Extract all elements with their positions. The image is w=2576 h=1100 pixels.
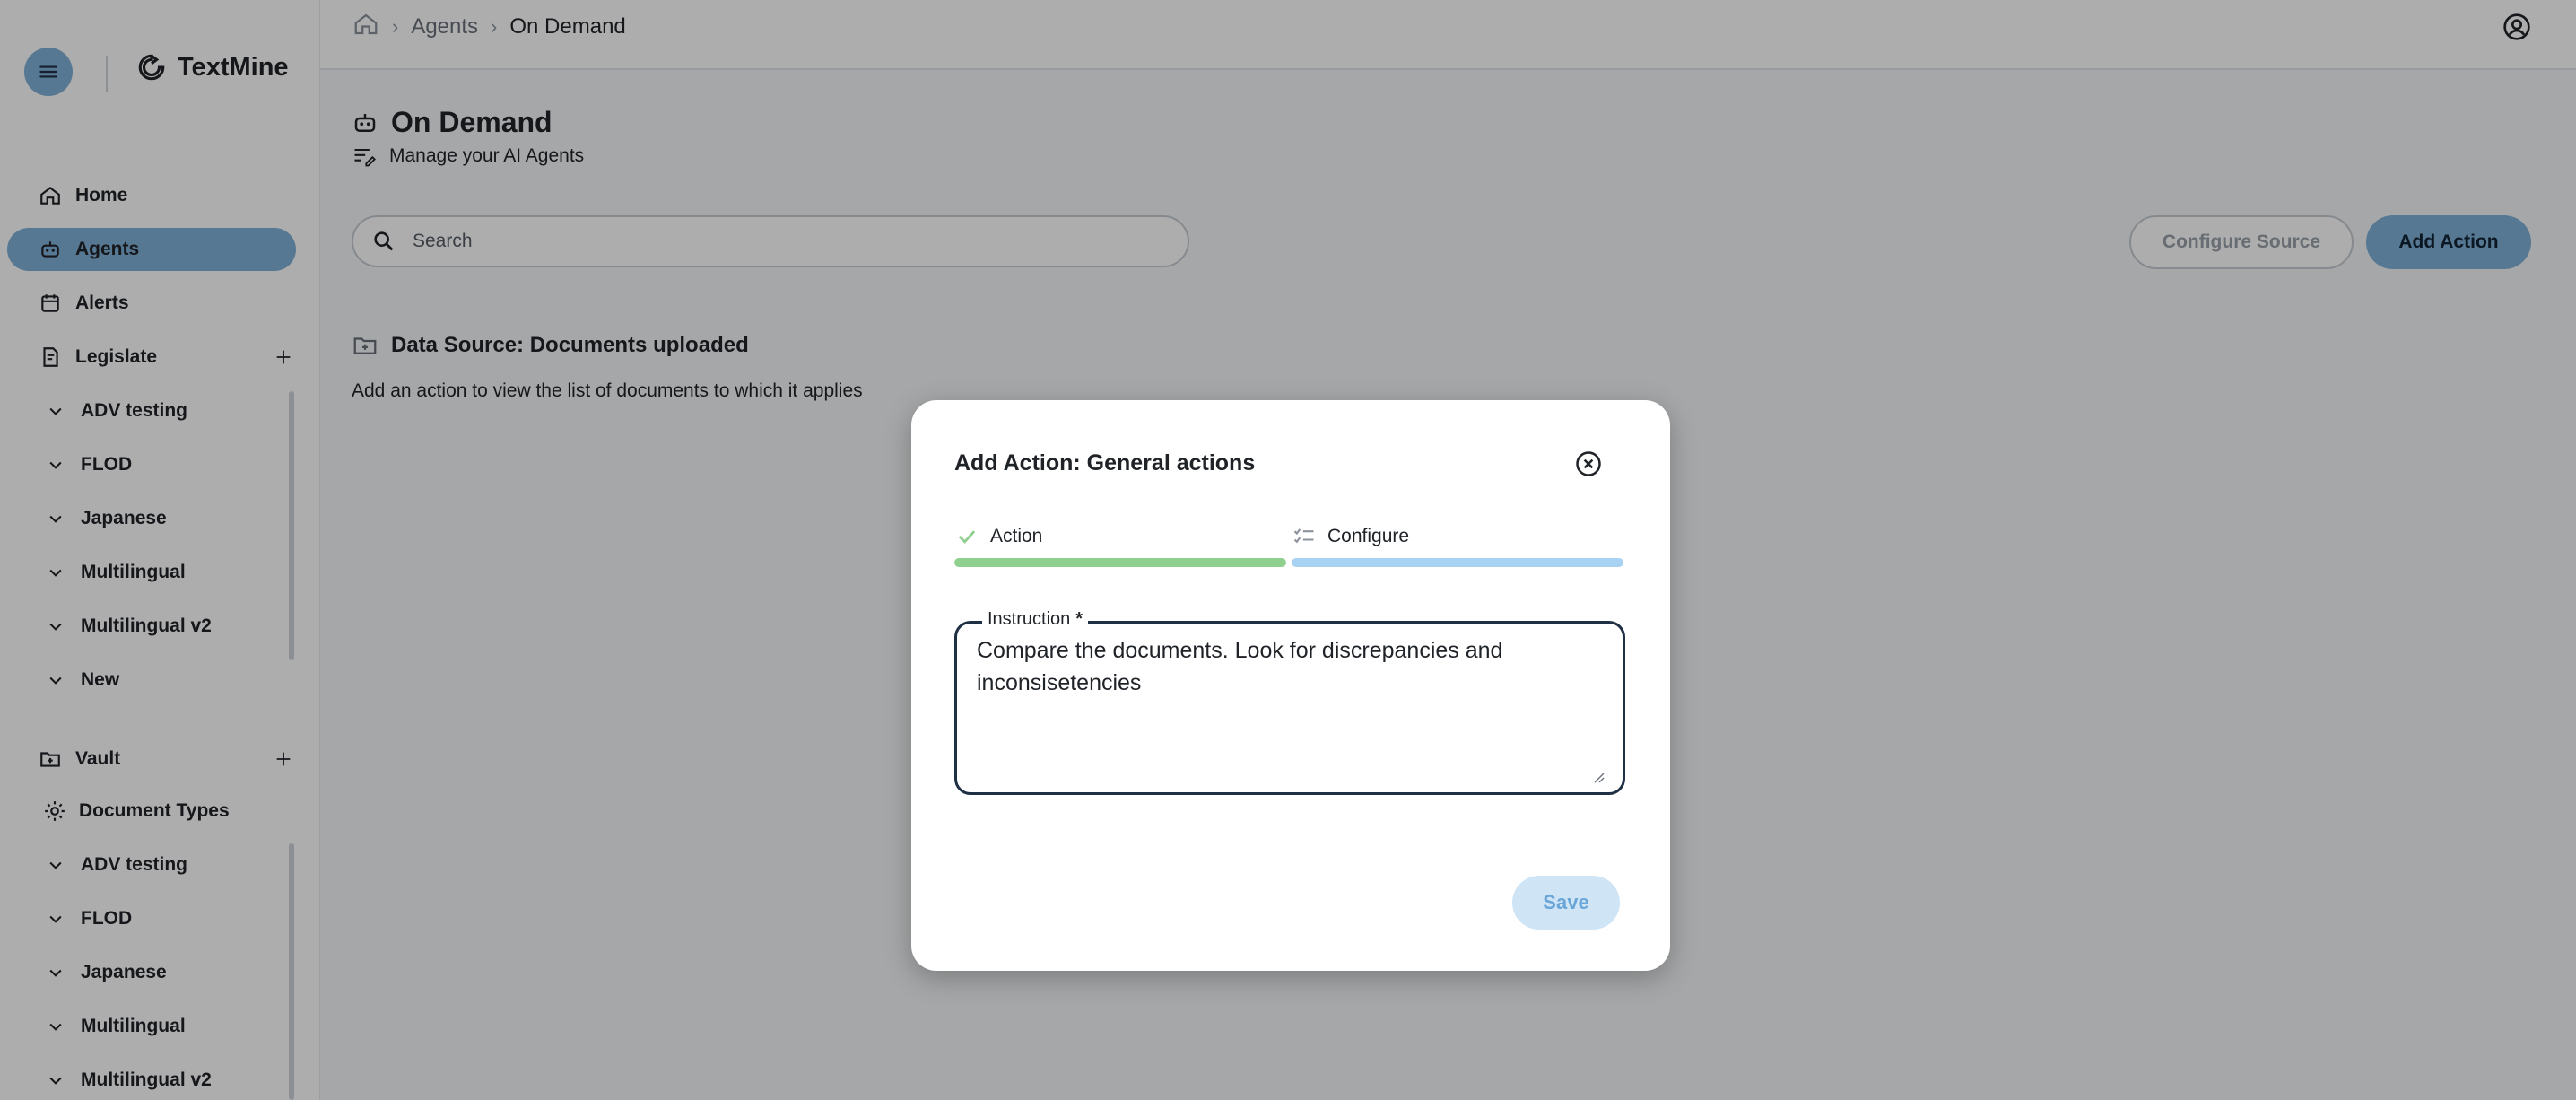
- instruction-textarea[interactable]: Compare the documents. Look for discrepa…: [975, 633, 1606, 780]
- progress-step-current: [1292, 558, 1623, 567]
- dialog-title: Add Action: General actions: [954, 450, 1256, 476]
- check-icon: [958, 530, 976, 544]
- close-icon[interactable]: [1575, 450, 1602, 477]
- add-action-dialog: Add Action: General actions Action Confi…: [911, 400, 1670, 971]
- instruction-label: Instruction *: [982, 609, 1089, 630]
- save-button[interactable]: Save: [1512, 876, 1620, 930]
- step-action[interactable]: Action: [954, 524, 1042, 549]
- resize-handle-icon[interactable]: [1590, 769, 1605, 783]
- step-configure[interactable]: Configure: [1292, 524, 1409, 549]
- progress-step-done: [954, 558, 1286, 567]
- checklist-icon: [1293, 528, 1314, 544]
- instruction-field[interactable]: Instruction * Compare the documents. Look…: [954, 609, 1625, 795]
